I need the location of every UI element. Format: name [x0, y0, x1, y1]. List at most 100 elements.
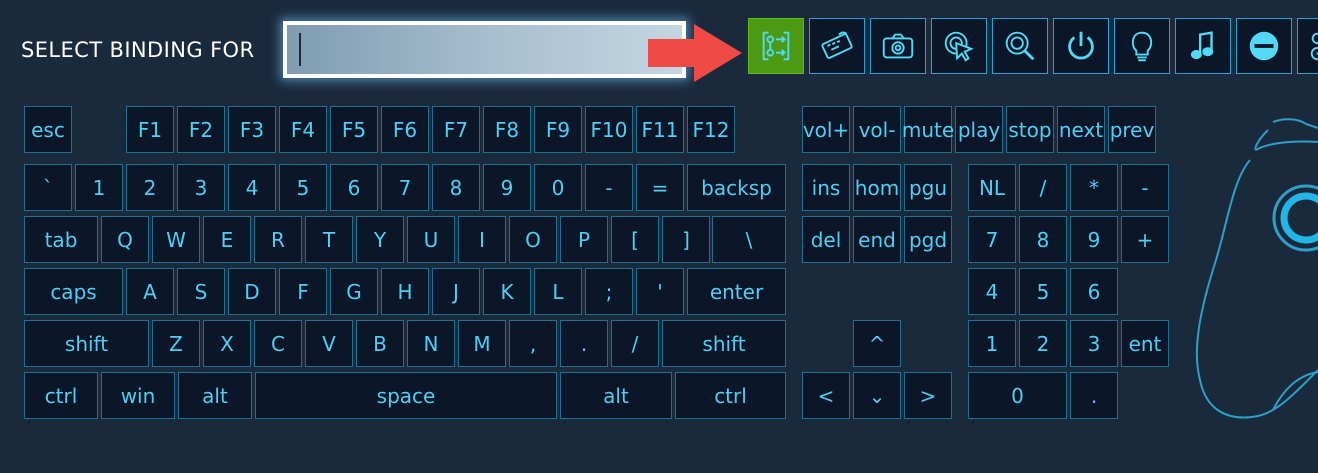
key-del[interactable]: del — [802, 216, 850, 263]
key-9[interactable]: 9 — [483, 164, 531, 211]
key-u[interactable]: U — [407, 216, 455, 263]
key-4[interactable]: 4 — [228, 164, 276, 211]
key-f3[interactable]: F3 — [228, 106, 276, 153]
key-caps[interactable]: caps — [24, 268, 123, 315]
key-backsp[interactable]: backsp — [687, 164, 786, 211]
numpad-ent[interactable]: ent — [1121, 320, 1169, 367]
key-backslash[interactable]: \ — [712, 216, 786, 263]
key-up[interactable]: ^ — [853, 320, 901, 367]
key-pgd[interactable]: pgd — [904, 216, 952, 263]
numpad-8[interactable]: 8 — [1019, 216, 1067, 263]
key-f10[interactable]: F10 — [585, 106, 633, 153]
key-space[interactable]: space — [255, 372, 557, 419]
numpad-4[interactable]: 4 — [968, 268, 1016, 315]
numpad-period[interactable]: . — [1070, 372, 1118, 419]
key-prev[interactable]: prev — [1108, 106, 1156, 153]
key-f7[interactable]: F7 — [432, 106, 480, 153]
key-right-bracket[interactable]: ] — [662, 216, 710, 263]
numpad-7[interactable]: 7 — [968, 216, 1016, 263]
camera-icon[interactable] — [870, 18, 926, 74]
key-f9[interactable]: F9 — [534, 106, 582, 153]
key-left-bracket[interactable]: [ — [611, 216, 659, 263]
key-f8[interactable]: F8 — [483, 106, 531, 153]
key-backtick[interactable]: ` — [24, 164, 72, 211]
key-c[interactable]: C — [254, 320, 302, 367]
key-f4[interactable]: F4 — [279, 106, 327, 153]
key-equals[interactable]: = — [636, 164, 684, 211]
key-n[interactable]: N — [407, 320, 455, 367]
key-left-ctrl[interactable]: ctrl — [24, 372, 98, 419]
key-f[interactable]: F — [279, 268, 327, 315]
key-8[interactable]: 8 — [432, 164, 480, 211]
key-b[interactable]: B — [356, 320, 404, 367]
key-period[interactable]: . — [560, 320, 608, 367]
key-f1[interactable]: F1 — [126, 106, 174, 153]
key-right-shift[interactable]: shift — [662, 320, 786, 367]
key-f5[interactable]: F5 — [330, 106, 378, 153]
key-j[interactable]: J — [432, 268, 480, 315]
key-d[interactable]: D — [228, 268, 276, 315]
numpad-1[interactable]: 1 — [968, 320, 1016, 367]
key-f6[interactable]: F6 — [381, 106, 429, 153]
key-right-ctrl[interactable]: ctrl — [675, 372, 786, 419]
key-win[interactable]: win — [101, 372, 175, 419]
key-0[interactable]: 0 — [534, 164, 582, 211]
key-q[interactable]: Q — [101, 216, 149, 263]
numpad-asterisk[interactable]: * — [1070, 164, 1118, 211]
controller-bindings-icon[interactable] — [1297, 18, 1318, 74]
key-v[interactable]: V — [305, 320, 353, 367]
key-k[interactable]: K — [483, 268, 531, 315]
key-slash[interactable]: / — [611, 320, 659, 367]
key-5[interactable]: 5 — [279, 164, 327, 211]
key-minus[interactable]: - — [585, 164, 633, 211]
numpad-plus[interactable]: + — [1121, 216, 1169, 263]
key-next[interactable]: next — [1057, 106, 1105, 153]
power-icon[interactable] — [1053, 18, 1109, 74]
key-p[interactable]: P — [560, 216, 608, 263]
key-e[interactable]: E — [203, 216, 251, 263]
numpad-2[interactable]: 2 — [1019, 320, 1067, 367]
binding-search-input[interactable] — [283, 21, 686, 78]
key-s[interactable]: S — [177, 268, 225, 315]
magnifier-icon[interactable] — [992, 18, 1048, 74]
key-left-shift[interactable]: shift — [24, 320, 149, 367]
key-7[interactable]: 7 — [381, 164, 429, 211]
key-y[interactable]: Y — [356, 216, 404, 263]
key-vol-[interactable]: vol- — [853, 106, 901, 153]
key-o[interactable]: O — [509, 216, 557, 263]
numpad-slash[interactable]: / — [1019, 164, 1067, 211]
key-2[interactable]: 2 — [126, 164, 174, 211]
key-hom[interactable]: hom — [853, 164, 901, 211]
key-semicolon[interactable]: ; — [585, 268, 633, 315]
music-note-icon[interactable] — [1175, 18, 1231, 74]
numpad-nl[interactable]: NL — [968, 164, 1016, 211]
key-a[interactable]: A — [126, 268, 174, 315]
key-play[interactable]: play — [955, 106, 1003, 153]
key-f2[interactable]: F2 — [177, 106, 225, 153]
key-g[interactable]: G — [330, 268, 378, 315]
action-set-icon[interactable] — [748, 18, 804, 74]
key-down[interactable]: ⌄ — [853, 372, 901, 419]
key-comma[interactable]: , — [509, 320, 557, 367]
key-enter[interactable]: enter — [687, 268, 786, 315]
numpad-3[interactable]: 3 — [1070, 320, 1118, 367]
key-left[interactable]: < — [802, 372, 850, 419]
key-right[interactable]: > — [904, 372, 952, 419]
key-quote[interactable]: ' — [636, 268, 684, 315]
key-f12[interactable]: F12 — [687, 106, 735, 153]
key-6[interactable]: 6 — [330, 164, 378, 211]
key-r[interactable]: R — [254, 216, 302, 263]
mouse-click-icon[interactable] — [931, 18, 987, 74]
key-mute[interactable]: mute — [902, 106, 954, 153]
key-l[interactable]: L — [534, 268, 582, 315]
keyboard-icon[interactable] — [809, 18, 865, 74]
key-x[interactable]: X — [203, 320, 251, 367]
key-esc[interactable]: esc — [24, 106, 72, 153]
numpad-minus[interactable]: - — [1121, 164, 1169, 211]
numpad-0[interactable]: 0 — [968, 372, 1067, 419]
numpad-9[interactable]: 9 — [1070, 216, 1118, 263]
key-m[interactable]: M — [458, 320, 506, 367]
numpad-5[interactable]: 5 — [1019, 268, 1067, 315]
key-vol-[interactable]: vol+ — [802, 106, 850, 153]
key-right-alt[interactable]: alt — [560, 372, 672, 419]
